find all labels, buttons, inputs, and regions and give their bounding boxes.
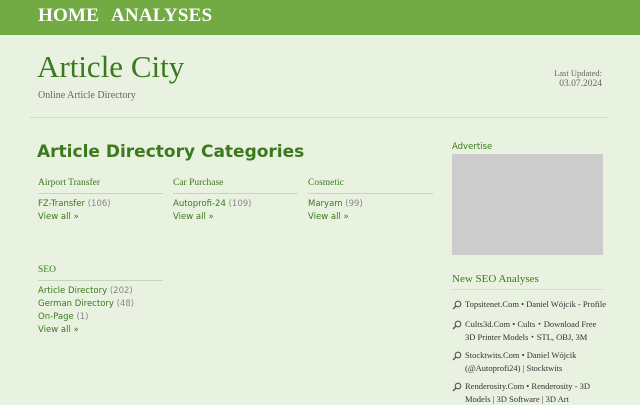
category-cosmetic: Cosmetic Maryam (99) View all » xyxy=(308,178,433,224)
magnifier-icon xyxy=(452,300,462,310)
site-tagline: Online Article Directory xyxy=(38,90,136,101)
last-updated-date: 03.07.2024 xyxy=(559,79,602,89)
last-updated: Last Updated: 03.07.2024 xyxy=(554,68,602,90)
seo-analysis-item[interactable]: Renderosity.Com • Renderosity - 3D Model… xyxy=(452,380,607,405)
category-seo: SEO Article Directory (202) German Direc… xyxy=(38,265,163,337)
category-count: (99) xyxy=(345,199,363,209)
seo-analysis-link[interactable]: Stocktwits.Com • Daniel Wójcik (@Autopro… xyxy=(465,349,607,374)
nav-analyses-link[interactable]: ANALYSES xyxy=(111,5,212,27)
category-link-on-page[interactable]: On-Page (1) xyxy=(38,311,163,324)
seo-analysis-item[interactable]: Topsitenet.Com • Daniel Wójcik - Profile xyxy=(452,298,607,311)
ad-placeholder[interactable] xyxy=(452,154,603,255)
category-count: (48) xyxy=(116,299,135,309)
magnifier-icon xyxy=(452,351,462,361)
view-all-link[interactable]: View all » xyxy=(38,324,163,337)
category-link-article-directory[interactable]: Article Directory (202) xyxy=(38,285,163,298)
category-link-german-directory[interactable]: German Directory (48) xyxy=(38,298,163,311)
view-all-link[interactable]: View all » xyxy=(38,211,163,224)
category-title[interactable]: Airport Transfer xyxy=(38,178,163,194)
nav-home-link[interactable]: HOME xyxy=(38,5,99,27)
category-link-fz-transfer[interactable]: FZ-Transfer (106) xyxy=(38,198,163,211)
category-count: (202) xyxy=(109,286,133,296)
top-navigation-bar: HOME ANALYSES xyxy=(0,0,640,35)
view-all-link[interactable]: View all » xyxy=(173,211,298,224)
seo-analysis-item[interactable]: Cults3d.Com • Cults・Download Free 3D Pri… xyxy=(452,318,607,343)
new-seo-analyses-heading: New SEO Analyses xyxy=(452,273,603,290)
site-title[interactable]: Article City xyxy=(37,49,184,85)
seo-analysis-item[interactable]: Stocktwits.Com • Daniel Wójcik (@Autopro… xyxy=(452,349,607,374)
header-divider xyxy=(30,117,608,118)
advertise-label: Advertise xyxy=(452,142,493,152)
category-title[interactable]: Cosmetic xyxy=(308,178,433,194)
category-link-autoprofi-24[interactable]: Autoprofi-24 (109) xyxy=(173,198,298,211)
view-all-link[interactable]: View all » xyxy=(308,211,433,224)
category-title[interactable]: Car Purchase xyxy=(173,178,298,194)
page-heading: Article Directory Categories xyxy=(37,142,305,162)
last-updated-label: Last Updated: xyxy=(554,68,602,78)
magnifier-icon xyxy=(452,320,462,330)
category-link-maryam[interactable]: Maryam (99) xyxy=(308,198,433,211)
seo-analysis-link[interactable]: Cults3d.Com • Cults・Download Free 3D Pri… xyxy=(465,318,607,343)
seo-analysis-link[interactable]: Renderosity.Com • Renderosity - 3D Model… xyxy=(465,380,607,405)
seo-analysis-link[interactable]: Topsitenet.Com • Daniel Wójcik - Profile xyxy=(465,298,607,311)
category-count: (1) xyxy=(76,312,89,322)
magnifier-icon xyxy=(452,382,462,392)
category-count: (109) xyxy=(228,199,252,209)
category-airport-transfer: Airport Transfer FZ-Transfer (106) View … xyxy=(38,178,163,224)
category-count: (106) xyxy=(87,199,111,209)
category-title[interactable]: SEO xyxy=(38,265,163,281)
category-car-purchase: Car Purchase Autoprofi-24 (109) View all… xyxy=(173,178,298,224)
